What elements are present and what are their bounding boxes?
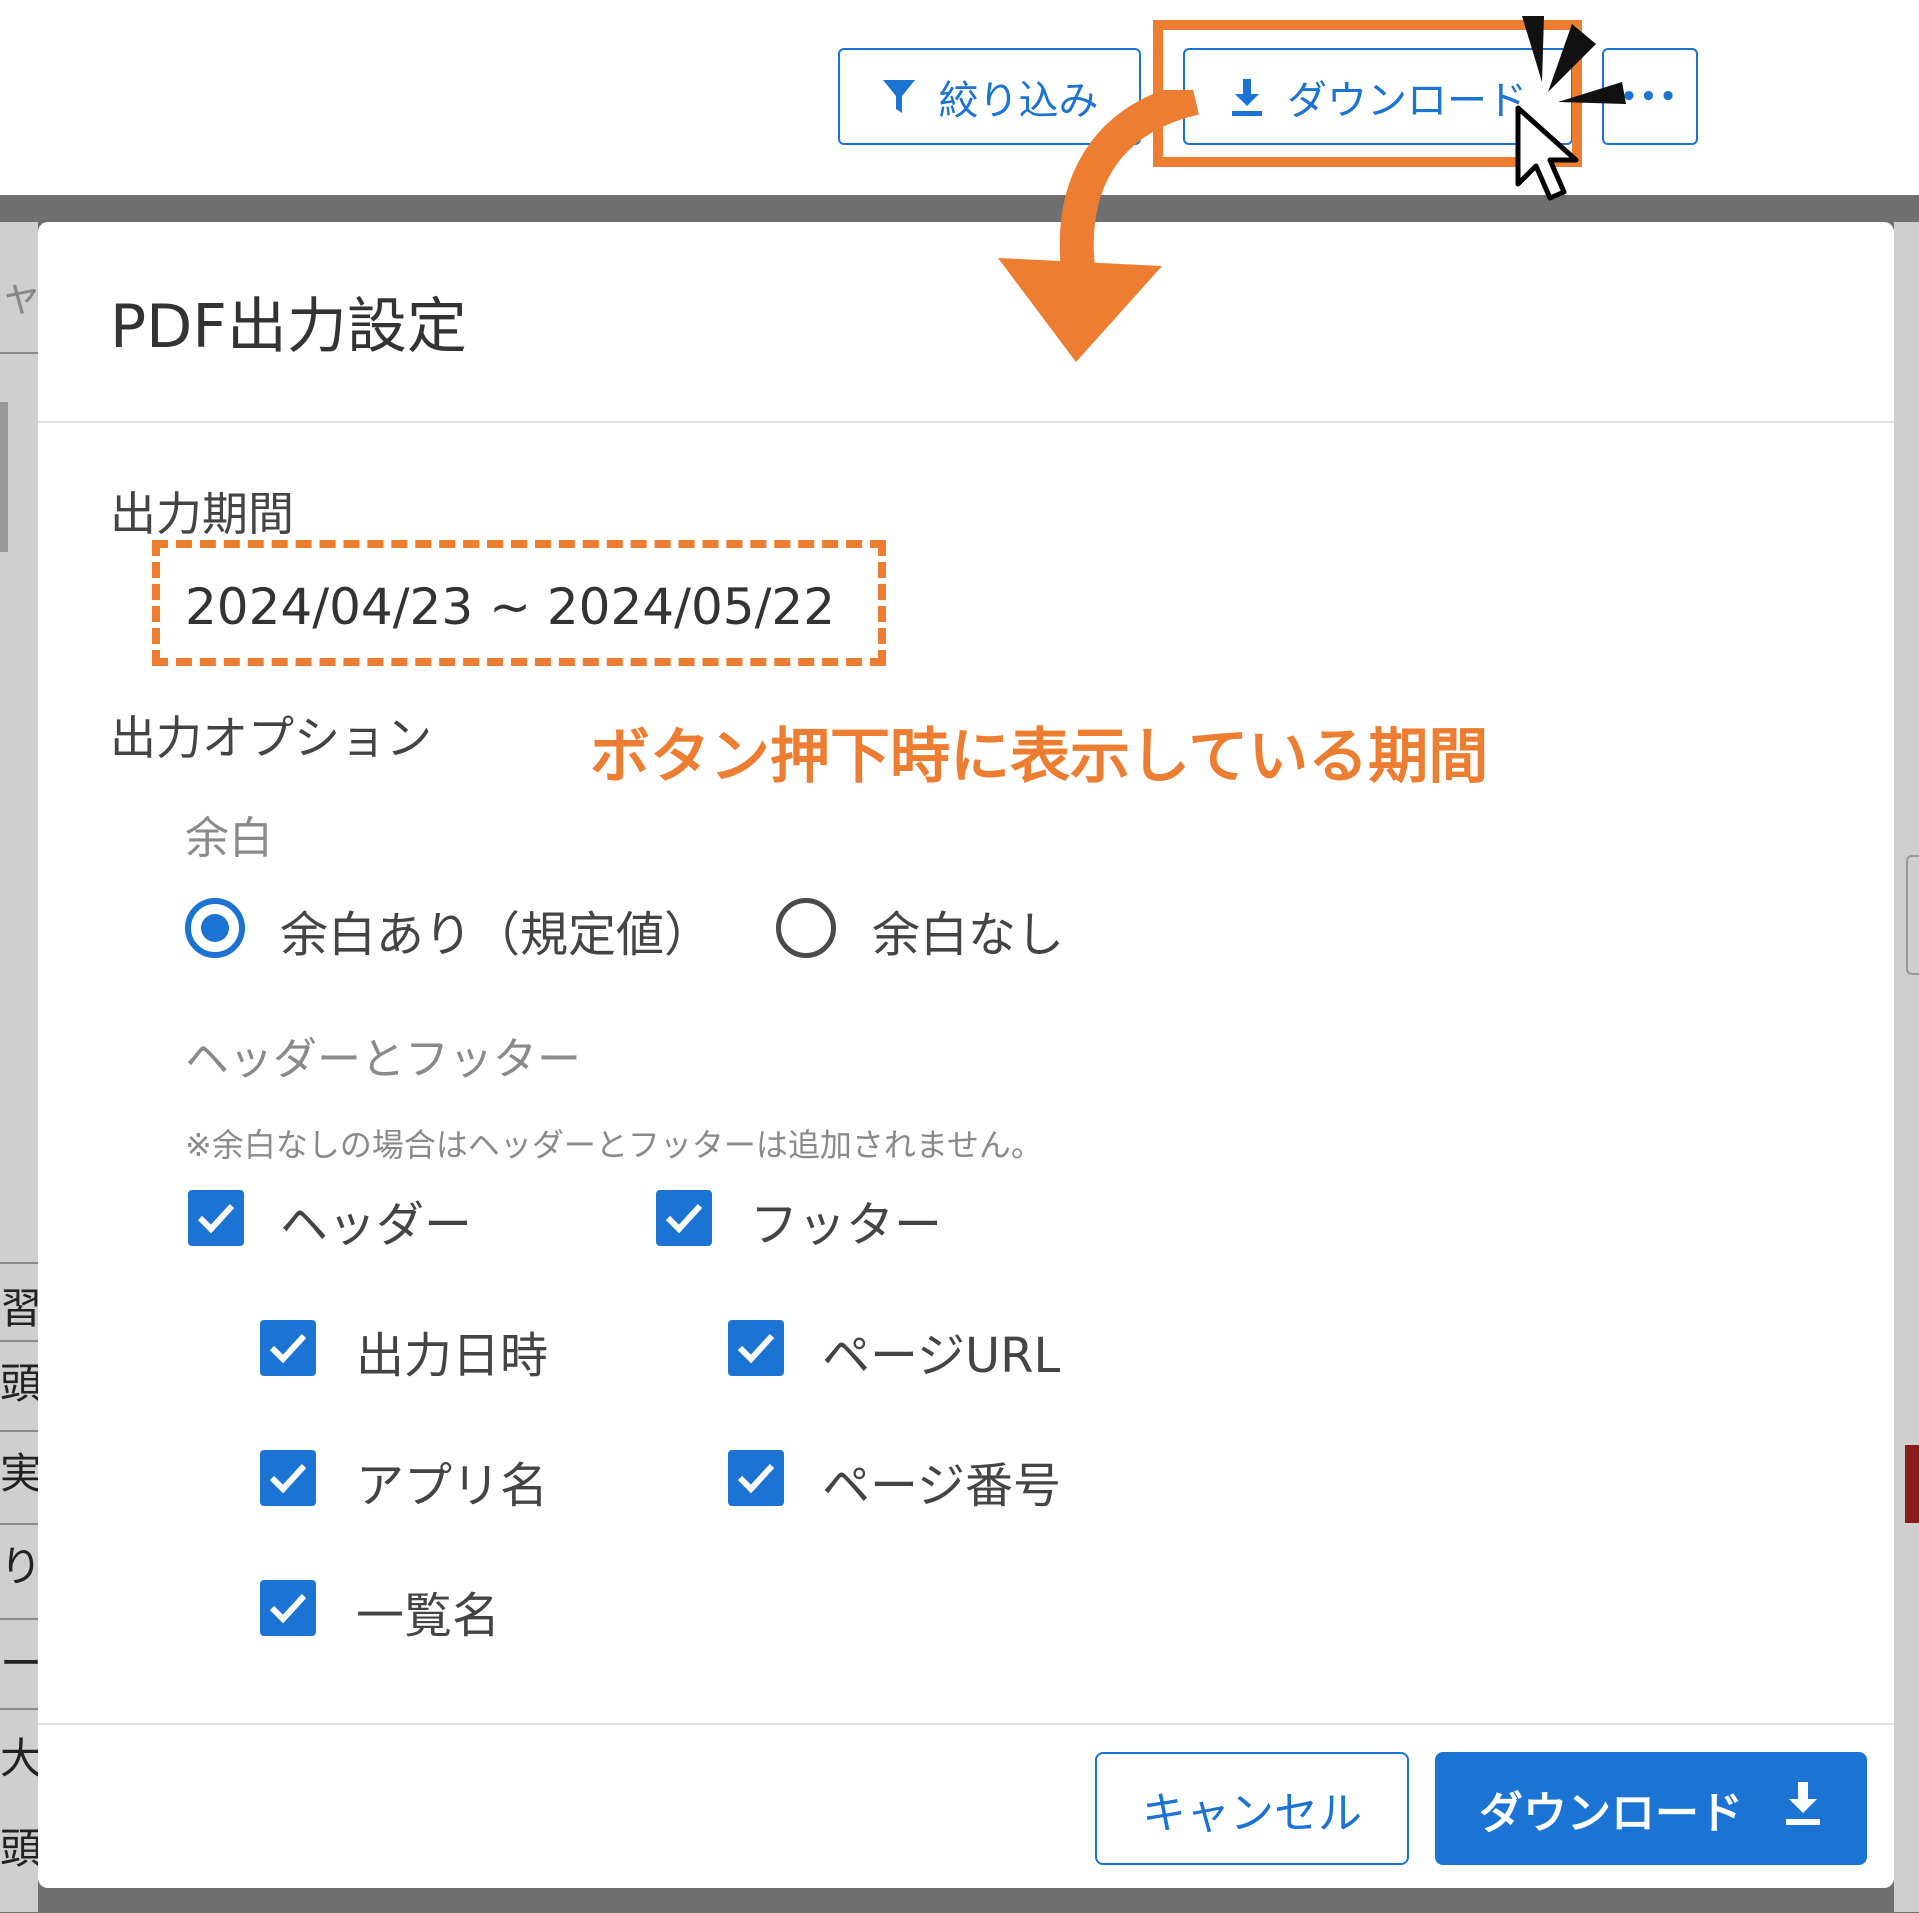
mouse-cursor-icon [1515,105,1579,201]
list-name-label[interactable]: 一覧名 [356,1576,500,1646]
footer-checkbox-label[interactable]: フッター [750,1185,942,1255]
margin-on-label[interactable]: 余白あり（規定値） [280,895,712,965]
cancel-button-label: キャンセル [1142,1787,1362,1839]
background-page-strip-right [1894,222,1919,1912]
background-text: ャ [0,271,38,320]
list-name-checkbox[interactable] [260,1580,316,1636]
header-footer-label: ヘッダーとフッター [185,1034,581,1085]
checkmark-icon [269,1593,307,1624]
output-datetime-checkbox[interactable] [260,1320,316,1376]
margin-label: 余白 [185,813,273,864]
dialog-title: PDF出力設定 [110,292,467,362]
checkmark-icon [269,1333,307,1364]
download-button[interactable]: ダウンロード [1435,1752,1867,1865]
background-divider [0,1430,38,1432]
dialog-footer-divider [38,1723,1894,1725]
footer-checkbox[interactable] [656,1190,712,1246]
output-datetime-label[interactable]: 出力日時 [356,1316,548,1386]
background-divider [0,1340,38,1342]
checkmark-icon [737,1333,775,1364]
header-footer-note: ※余白なしの場合はヘッダーとフッターは追加されません。 [185,1126,1043,1164]
background-input [1906,855,1919,975]
output-period-label: 出力期間 [110,487,294,541]
output-options-label: 出力オプション [110,711,432,765]
app-name-checkbox[interactable] [260,1450,316,1506]
header-checkbox[interactable] [188,1190,244,1246]
page-url-checkbox[interactable] [728,1320,784,1376]
dialog-header-divider [38,421,1894,423]
background-divider [0,1523,38,1525]
background-text: 習 [0,1284,38,1333]
background-divider [0,1618,38,1620]
download-button-label: ダウンロード [1479,1787,1743,1839]
background-badge [1905,1445,1919,1523]
checkmark-icon [197,1203,235,1234]
app-name-label[interactable]: アプリ名 [356,1446,548,1516]
margin-on-radio[interactable] [185,898,245,958]
checkmark-icon [665,1203,703,1234]
annotation-caption: ボタン押下時に表示している期間 [590,722,1489,792]
page-number-checkbox[interactable] [728,1450,784,1506]
background-text: 頭 [0,1359,38,1408]
background-divider [0,1262,38,1264]
background-text: 実 [0,1449,38,1498]
margin-off-label[interactable]: 余白なし [872,895,1064,965]
cancel-button[interactable]: キャンセル [1095,1752,1409,1865]
margin-off-radio[interactable] [776,898,836,958]
header-checkbox-label[interactable]: ヘッダー [280,1185,472,1255]
download-icon [1783,1780,1823,1837]
background-text: り [0,1542,38,1591]
checkmark-icon [269,1463,307,1494]
period-highlight-box [152,540,886,666]
background-text: ー [0,1639,38,1688]
background-panel [0,402,8,552]
annotation-arrow-icon [998,90,1200,362]
page-url-label[interactable]: ページURL [822,1316,1060,1386]
background-text: 大 [0,1734,38,1783]
page-number-label[interactable]: ページ番号 [822,1446,1061,1516]
background-divider [0,352,38,354]
background-divider [0,1708,38,1710]
checkmark-icon [737,1463,775,1494]
background-text: 頭 [0,1824,38,1873]
filter-icon [881,77,917,117]
